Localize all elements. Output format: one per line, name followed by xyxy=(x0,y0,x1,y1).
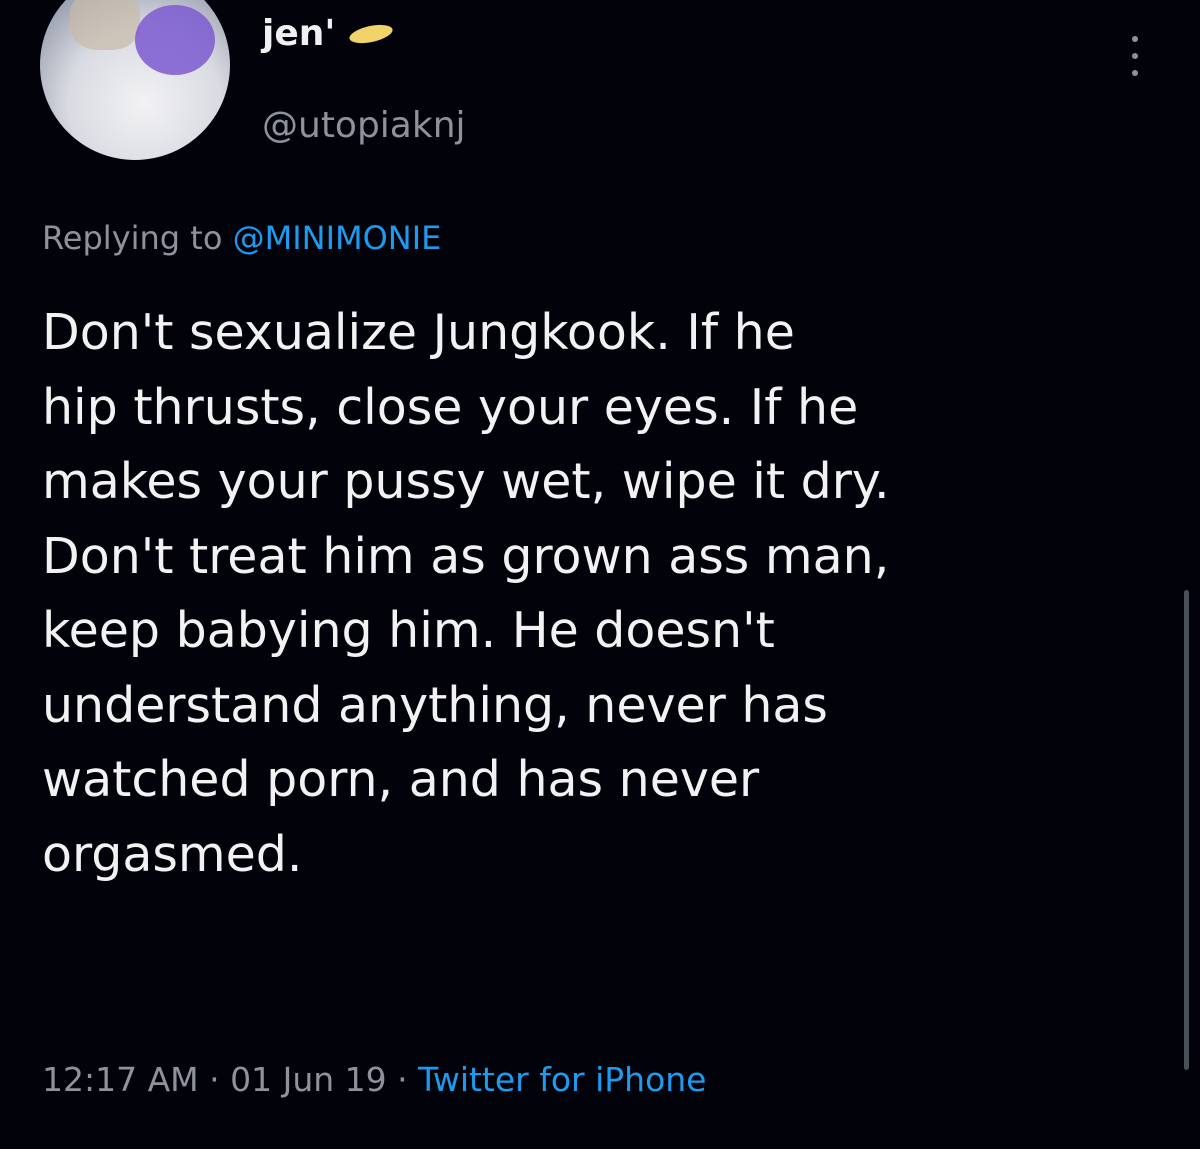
emoji-icon xyxy=(348,21,395,47)
avatar-detail xyxy=(70,0,140,50)
avatar[interactable] xyxy=(40,0,230,160)
tweet-source-link[interactable]: Twitter for iPhone xyxy=(418,1060,706,1099)
tweet-time[interactable]: 12:17 AM xyxy=(42,1060,199,1099)
more-dot xyxy=(1132,36,1138,42)
scrollbar[interactable] xyxy=(1184,590,1189,1070)
more-dot xyxy=(1132,70,1138,76)
replying-prefix: Replying to xyxy=(42,219,233,257)
replying-to: Replying to @MINIMONIE xyxy=(42,216,441,260)
more-options-icon[interactable] xyxy=(1128,36,1142,76)
meta-separator: · xyxy=(198,1060,231,1099)
tweet-container: jen' @utopiaknj Replying to @MINIMONIE D… xyxy=(0,0,1200,1149)
tweet-meta: 12:17 AM · 01 Jun 19 · Twitter for iPhon… xyxy=(42,1058,707,1102)
display-name[interactable]: jen' xyxy=(262,13,395,54)
tweet-text: Don't sexualize Jungkook. If he hip thru… xyxy=(42,304,890,883)
avatar-detail xyxy=(135,5,215,75)
reply-mention-link[interactable]: @MINIMONIE xyxy=(233,219,442,257)
display-name-text: jen' xyxy=(262,13,336,54)
meta-separator: · xyxy=(386,1060,419,1099)
tweet-date[interactable]: 01 Jun 19 xyxy=(230,1060,387,1099)
user-handle[interactable]: @utopiaknj xyxy=(262,104,466,148)
more-dot xyxy=(1132,53,1138,59)
